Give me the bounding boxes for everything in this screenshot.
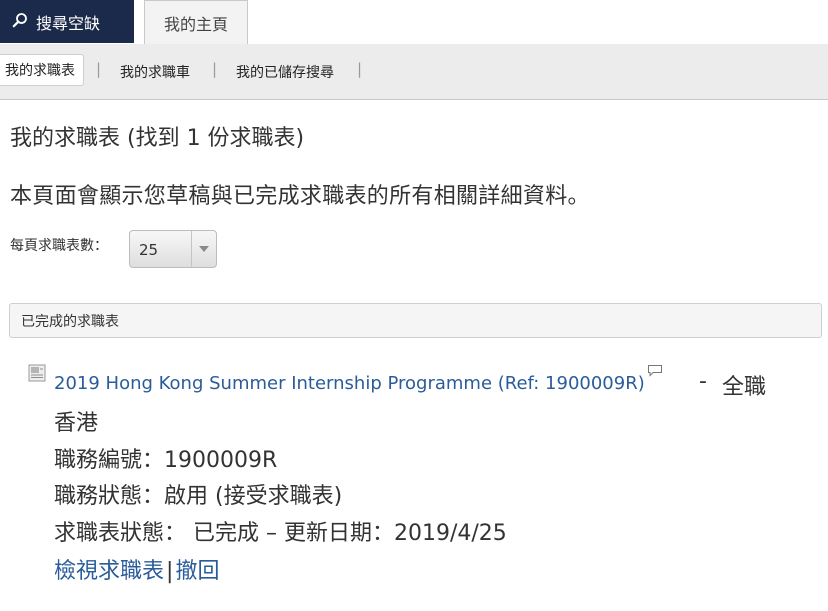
document-icon [28, 364, 46, 382]
top-tab-bar: 搜尋空缺 我的主頁 [0, 0, 828, 45]
per-page-select[interactable]: 25 [129, 230, 217, 268]
subnav-separator: | [212, 60, 218, 78]
tab-search-label: 搜尋空缺 [36, 13, 101, 33]
per-page-label: 每頁求職表數： [10, 238, 108, 254]
tab-my-home[interactable]: 我的主頁 [144, 0, 248, 44]
sub-navigation: 我的求職表 | 我的求職車 | 我的已儲存搜尋 | [0, 44, 828, 100]
page-description: 本頁面會顯示您草稿與已完成求職表的所有相關詳細資料。 [10, 184, 590, 209]
chevron-down-icon [191, 231, 216, 267]
subnav-saved-searches[interactable]: 我的已儲存搜尋 [236, 62, 334, 82]
application-status: 求職表狀態： 已完成 – 更新日期：2019/4/25 [54, 521, 507, 546]
page-title: 我的求職表 (找到 1 份求職表) [10, 126, 305, 151]
job-status: 職務狀態：啟用 (接受求職表) [54, 484, 343, 509]
subnav-separator: | [357, 60, 363, 78]
withdraw-link[interactable]: 撤回 [175, 559, 219, 584]
subnav-my-applications[interactable]: 我的求職表 [0, 54, 84, 86]
job-type: 全職 [722, 375, 767, 400]
job-number: 職務編號：1900009R [54, 448, 278, 473]
action-separator: | [166, 559, 174, 584]
job-type-separator: - [699, 369, 707, 394]
tab-search-jobs[interactable]: 搜尋空缺 [0, 0, 134, 43]
tab-home-label: 我的主頁 [163, 14, 228, 34]
view-application-link[interactable]: 檢視求職表 [54, 559, 164, 584]
application-actions: 檢視求職表|撤回 [54, 553, 219, 585]
job-location: 香港 [54, 411, 99, 436]
subnav-separator: | [96, 60, 102, 78]
job-title-link[interactable]: 2019 Hong Kong Summer Internship Program… [54, 373, 645, 394]
comment-icon[interactable] [647, 362, 663, 377]
completed-applications-header: 已完成的求職表 [9, 303, 822, 338]
search-icon [12, 12, 28, 32]
section-title: 已完成的求職表 [21, 313, 119, 330]
subnav-my-applications-label: 我的求職表 [5, 63, 75, 79]
subnav-job-cart[interactable]: 我的求職車 [120, 62, 190, 82]
per-page-value: 25 [139, 241, 159, 259]
